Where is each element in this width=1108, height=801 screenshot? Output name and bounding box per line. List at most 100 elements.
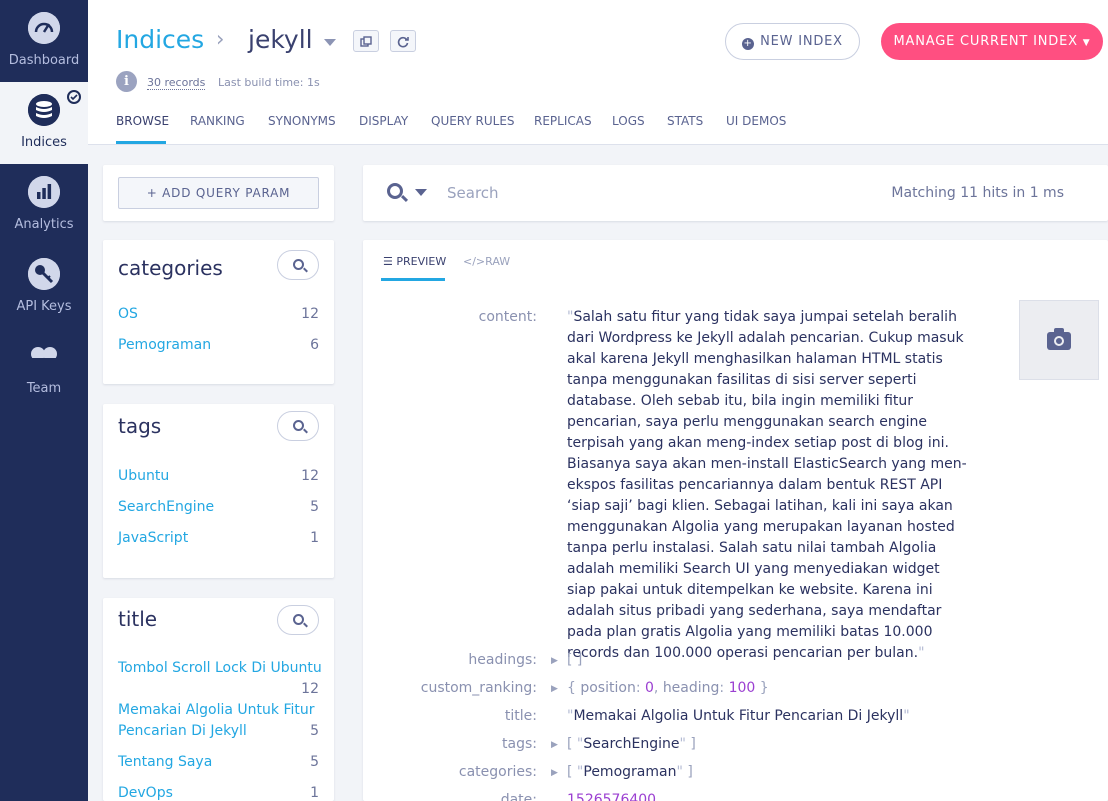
new-index-button[interactable]: + NEW INDEX	[725, 23, 860, 60]
matching-hits-status: Matching 11 hits in 1 ms	[891, 185, 1064, 201]
query-param-card: + ADD QUERY PARAM	[103, 165, 334, 221]
search-options-caret-icon[interactable]	[415, 189, 427, 196]
facet-value[interactable]: DevOps	[118, 785, 173, 801]
tab-display[interactable]: DISPLAY	[359, 114, 408, 128]
facet-tags: tags Ubuntu 12 SearchEngine 5 JavaScript…	[103, 404, 334, 578]
tab-ui-demos[interactable]: UI DEMOS	[726, 114, 786, 128]
facet-value[interactable]: Tentang Saya	[118, 754, 212, 770]
field-key-categories: categories:	[458, 764, 537, 780]
expand-triangle-icon[interactable]: ▶	[551, 684, 558, 694]
tab-synonyms[interactable]: SYNONYMS	[268, 114, 336, 128]
field-value-content: "Salah satu fitur yang tidak saya jumpai…	[567, 309, 967, 661]
nav-analytics[interactable]: Analytics	[0, 164, 88, 246]
field-key-title: title:	[504, 708, 537, 724]
expand-triangle-icon[interactable]: ▶	[551, 656, 558, 666]
new-index-label: NEW INDEX	[760, 34, 843, 49]
manage-index-label: MANAGE CURRENT INDEX	[893, 34, 1078, 49]
facet-value[interactable]: SearchEngine	[118, 499, 214, 515]
field-value-headings: [ ]	[567, 652, 583, 668]
index-header: Indices › jekyll + NEW INDEX MANAGE CURRE…	[88, 0, 1108, 145]
facet-title: categories	[118, 256, 223, 280]
facet-search-button[interactable]	[277, 411, 319, 441]
nav-team[interactable]: Team	[0, 328, 88, 410]
main-sidebar: Dashboard Indices Analytics API Keys Tea…	[0, 0, 88, 801]
nav-api-keys-label: API Keys	[16, 299, 72, 314]
manage-current-index-button[interactable]: MANAGE CURRENT INDEX ▼	[881, 23, 1103, 60]
position-value: 0	[644, 680, 654, 696]
nav-analytics-label: Analytics	[14, 217, 74, 232]
facet-count: 1	[310, 785, 319, 801]
field-value-categories: [ "Pemograman" ]	[567, 764, 693, 780]
facet-value[interactable]: Ubuntu	[118, 468, 169, 484]
title-text: Memakai Algolia Untuk Fitur Pencarian Di…	[573, 708, 904, 724]
tab-browse[interactable]: BROWSE	[116, 114, 169, 128]
heading-value: 100	[728, 680, 756, 696]
facet-value[interactable]: OS	[118, 306, 138, 322]
facet-categories: categories OS 12 Pemograman 6	[103, 240, 334, 384]
field-value-custom-ranking: { position: 0, heading: 100 }	[567, 680, 769, 696]
categories-text: Pemograman	[583, 764, 677, 780]
field-value-tags: [ "SearchEngine" ]	[567, 736, 696, 752]
facet-title: title	[118, 607, 158, 631]
nav-api-keys[interactable]: API Keys	[0, 246, 88, 328]
expand-triangle-icon[interactable]: ▶	[551, 768, 558, 778]
tab-stats[interactable]: STATS	[667, 114, 703, 128]
position-key: position	[580, 680, 636, 696]
field-key-headings: headings:	[468, 652, 537, 668]
search-icon	[293, 420, 304, 431]
list-icon: ☰	[383, 255, 393, 268]
result-hit-card: ☰ PREVIEW </>RAW content: "Salah satu fi…	[363, 240, 1108, 801]
index-dropdown-caret-icon[interactable]	[324, 39, 336, 46]
tags-text: SearchEngine	[583, 736, 680, 752]
facet-value[interactable]: Pemograman	[118, 337, 211, 353]
content-text: Salah satu fitur yang tidak saya jumpai …	[567, 309, 967, 661]
key-icon	[28, 258, 60, 290]
facet-count: 6	[310, 337, 319, 353]
facet-count: 12	[301, 468, 319, 484]
facet-count: 12	[301, 306, 319, 322]
last-build-time: Last build time: 1s	[218, 76, 320, 89]
active-result-tab-indicator	[381, 278, 445, 281]
current-index-name: jekyll	[248, 25, 313, 54]
field-key-tags: tags:	[502, 736, 537, 752]
plus-circle-icon: +	[742, 38, 755, 50]
facet-title: tags	[118, 414, 162, 438]
info-icon: i	[116, 71, 137, 92]
facet-search-button[interactable]	[277, 605, 319, 635]
tab-logs[interactable]: LOGS	[612, 114, 645, 128]
camera-icon	[1047, 328, 1071, 350]
heading-key: heading	[662, 680, 720, 696]
expand-triangle-icon[interactable]: ▶	[551, 740, 558, 750]
field-value-title: "Memakai Algolia Untuk Fitur Pencarian D…	[567, 708, 910, 724]
nav-indices-label: Indices	[21, 135, 67, 150]
tab-query-rules[interactable]: QUERY RULES	[431, 114, 515, 128]
facet-search-button[interactable]	[277, 250, 319, 280]
nav-indices[interactable]: Indices	[0, 82, 88, 164]
database-icon	[28, 94, 60, 126]
facet-value[interactable]: Tombol Scroll Lock Di Ubuntu	[118, 660, 322, 676]
tab-raw[interactable]: </>RAW	[463, 255, 510, 268]
tab-ranking[interactable]: RANKING	[190, 114, 245, 128]
facet-count: 1	[310, 530, 319, 546]
add-query-param-button[interactable]: + ADD QUERY PARAM	[118, 177, 319, 209]
breadcrumb-indices-link[interactable]: Indices	[116, 25, 204, 54]
tab-preview[interactable]: ☰ PREVIEW	[383, 255, 446, 268]
nav-dashboard[interactable]: Dashboard	[0, 0, 88, 82]
tab-replicas[interactable]: REPLICAS	[534, 114, 592, 128]
search-input[interactable]: Search	[447, 184, 499, 202]
caret-down-icon: ▼	[1082, 38, 1091, 48]
search-icon[interactable]	[387, 183, 403, 199]
facet-count: 12	[301, 681, 319, 697]
copy-index-button[interactable]	[353, 30, 379, 52]
facet-count: 5	[310, 723, 319, 739]
search-bar: Search Matching 11 hits in 1 ms	[363, 165, 1108, 221]
check-circle-icon	[67, 90, 81, 104]
facet-value-continued[interactable]: Pencarian Di Jekyll	[118, 723, 247, 739]
bar-chart-icon	[28, 176, 60, 208]
refresh-icon	[397, 36, 409, 48]
facet-value[interactable]: Memakai Algolia Untuk Fitur	[118, 702, 315, 718]
records-count-link[interactable]: 30 records	[147, 76, 206, 90]
facet-value[interactable]: JavaScript	[118, 530, 188, 546]
search-icon	[293, 259, 304, 270]
refresh-index-button[interactable]	[390, 30, 416, 52]
